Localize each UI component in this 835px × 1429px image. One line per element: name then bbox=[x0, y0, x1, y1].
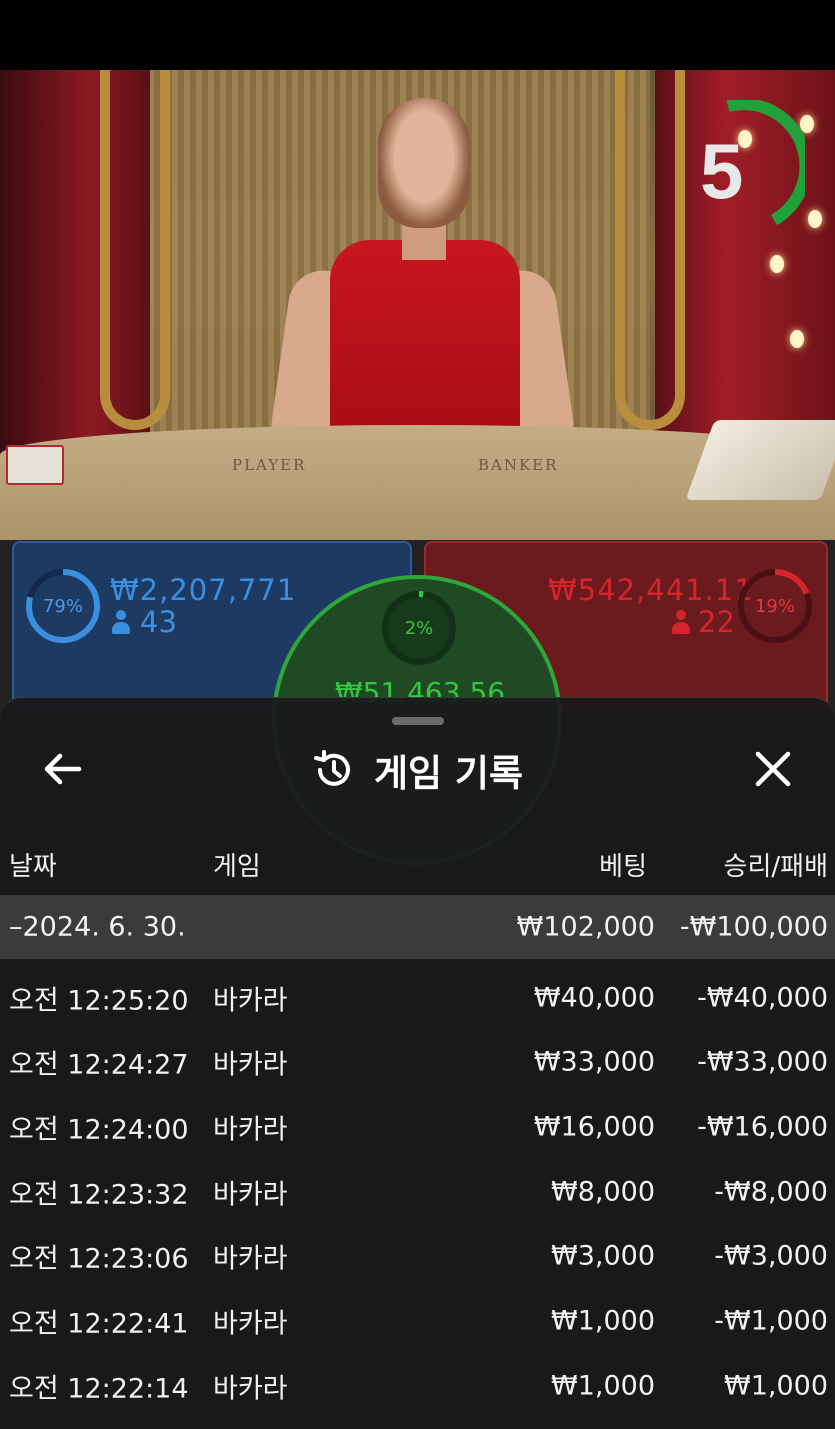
row-time: 오전 12:25:20 bbox=[9, 985, 189, 1017]
history-row[interactable]: 오전 12:23:32 바카라 ₩8,000 -₩8,000 bbox=[0, 1160, 835, 1224]
history-row[interactable]: 오전 12:24:00 바카라 ₩16,000 -₩16,000 bbox=[0, 1095, 835, 1159]
player-percent: 79% bbox=[42, 596, 83, 617]
countdown-number: 5 bbox=[700, 127, 744, 215]
table-banker-word: BANKER bbox=[478, 456, 559, 474]
row-win-loss: -₩33,000 bbox=[697, 1046, 828, 1078]
banker-percent: 19% bbox=[754, 596, 795, 617]
row-bet: ₩40,000 bbox=[533, 982, 655, 1014]
date-group-row[interactable]: –2024. 6. 30. ₩102,000 -₩100,000 bbox=[0, 895, 835, 959]
row-win-loss: ₩1,000 bbox=[724, 1370, 828, 1402]
dealer-head bbox=[378, 98, 470, 228]
row-time: 오전 12:22:41 bbox=[9, 1308, 189, 1340]
row-time: 오전 12:23:06 bbox=[9, 1243, 189, 1275]
row-game: 바카라 bbox=[213, 1049, 288, 1081]
close-button[interactable] bbox=[748, 744, 798, 794]
lamp bbox=[770, 255, 784, 273]
row-game: 바카라 bbox=[213, 1308, 288, 1340]
column-header-date: 날짜 bbox=[9, 852, 57, 882]
banker-total-amount: ₩542,441.11 bbox=[548, 573, 754, 607]
row-game: 바카라 bbox=[213, 1373, 288, 1405]
gold-frame-left bbox=[100, 70, 170, 430]
lamp bbox=[790, 330, 804, 348]
row-game: 바카라 bbox=[213, 1114, 288, 1146]
dealer-dress bbox=[330, 240, 520, 450]
row-bet: ₩3,000 bbox=[551, 1240, 655, 1272]
history-row[interactable]: 오전 12:22:14 바카라 ₩1,000 ₩1,000 bbox=[0, 1354, 835, 1418]
history-row[interactable]: 오전 12:24:27 바카라 ₩33,000 -₩33,000 bbox=[0, 1030, 835, 1094]
row-win-loss: -₩8,000 bbox=[714, 1176, 828, 1208]
row-time: 오전 12:23:32 bbox=[9, 1179, 189, 1211]
player-count: 43 bbox=[140, 605, 177, 639]
row-win-loss: -₩1,000 bbox=[714, 1305, 828, 1337]
row-game: 바카라 bbox=[213, 1243, 288, 1275]
gold-frame-right bbox=[615, 70, 685, 430]
history-icon bbox=[313, 750, 350, 786]
banker-count: 22 bbox=[698, 605, 735, 639]
player-total-amount: ₩2,207,771 bbox=[110, 573, 297, 607]
row-game: 바카라 bbox=[213, 985, 288, 1017]
column-header-win-loss: 승리/패배 bbox=[723, 852, 828, 882]
table-player-word: PLAYER bbox=[232, 456, 307, 474]
row-bet: ₩1,000 bbox=[551, 1305, 655, 1337]
column-header-game: 게임 bbox=[213, 852, 261, 882]
row-time: 오전 12:24:00 bbox=[9, 1114, 189, 1146]
tie-percent: 2% bbox=[404, 618, 434, 639]
history-row[interactable]: 오전 12:25:20 바카라 ₩40,000 -₩40,000 bbox=[0, 966, 835, 1030]
player-count-icon bbox=[112, 610, 130, 634]
row-game: 바카라 bbox=[213, 1179, 288, 1211]
game-history-sheet: 게임 기록 날짜 게임 베팅 승리/패배 –2024. 6. 30. ₩102,… bbox=[0, 697, 835, 1429]
date-group-date: –2024. 6. 30. bbox=[9, 911, 186, 943]
row-bet: ₩1,000 bbox=[551, 1370, 655, 1402]
row-win-loss: -₩3,000 bbox=[714, 1240, 828, 1272]
row-time: 오전 12:24:27 bbox=[9, 1049, 189, 1081]
sheet-title: 게임 기록 bbox=[373, 752, 524, 795]
row-bet: ₩8,000 bbox=[551, 1176, 655, 1208]
row-win-loss: -₩40,000 bbox=[697, 982, 828, 1014]
card-stack bbox=[6, 445, 64, 485]
row-bet: ₩33,000 bbox=[533, 1046, 655, 1078]
row-bet: ₩16,000 bbox=[533, 1111, 655, 1143]
close-icon bbox=[755, 751, 791, 787]
date-group-win-loss: -₩100,000 bbox=[679, 911, 828, 943]
history-row[interactable]: 오전 12:23:06 바카라 ₩3,000 -₩3,000 bbox=[0, 1224, 835, 1288]
row-win-loss: -₩16,000 bbox=[697, 1111, 828, 1143]
row-time: 오전 12:22:14 bbox=[9, 1373, 189, 1405]
date-group-bet: ₩102,000 bbox=[516, 911, 655, 943]
lamp bbox=[808, 210, 822, 228]
sheet-header: 게임 기록 bbox=[0, 742, 835, 798]
history-row[interactable]: 오전 12:22:41 바카라 ₩1,000 -₩1,000 bbox=[0, 1289, 835, 1353]
banker-count-icon bbox=[672, 610, 690, 634]
column-header-bet: 베팅 bbox=[599, 852, 647, 882]
sheet-drag-handle[interactable] bbox=[392, 717, 444, 725]
